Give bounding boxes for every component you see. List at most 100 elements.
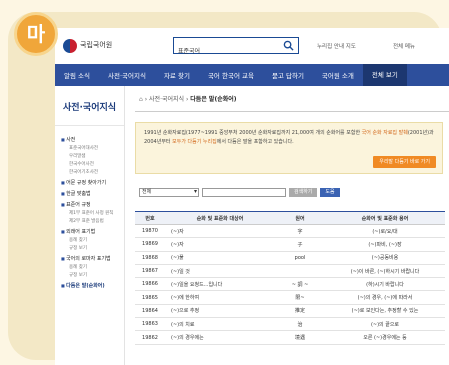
breadcrumb-current: 다듬은 말(순화어) (190, 96, 237, 103)
cell-refined: (~)의 경우, (~)에 따라서 (325, 290, 445, 305)
cell-target[interactable]: (~)으로 추정 (165, 304, 275, 319)
sidebar: 사전·국어지식 사전 표준국어대사전 우리말샘 한국수어사전 한국어기초사전 어… (55, 86, 125, 365)
cell-target[interactable]: (~)의 치료 (165, 317, 275, 332)
col-target-word: 순화 및 표준화 대상어 (165, 211, 275, 225)
table-row[interactable]: 19864 (~)으로 추정 推定 (~)로 보인다는, 추정할 수 있는 (135, 304, 445, 319)
cell-number: 19869 (135, 237, 165, 252)
cell-origin: 治 (275, 317, 325, 332)
cell-number: 19865 (135, 290, 165, 305)
table-row[interactable]: 19863 (~)의 치료 治 (~)의 끝으로 (135, 317, 445, 332)
notice-highlight: 모두가 다듬기 누리집 (172, 138, 217, 145)
cell-refined: (하)시기 바랍니다 (325, 277, 445, 292)
col-origin: 원어 (275, 211, 325, 225)
util-link-all-menu[interactable]: 전체 메뉴 (393, 42, 415, 50)
cell-origin: 限~ (275, 290, 325, 305)
sidebar-sub-item[interactable]: 한국수어사전 (61, 161, 124, 167)
site-logo-text[interactable]: 국립국어원 (80, 40, 112, 50)
cell-target[interactable]: (~)의 경우에는 (165, 330, 275, 345)
cell-number: 19867 (135, 264, 165, 279)
cell-origin: pool (275, 251, 325, 265)
sidebar-title: 사전·국어지식 (55, 86, 124, 126)
nav-item-dictionary[interactable]: 사전·국어지식 (99, 70, 155, 80)
cell-target[interactable]: (~)풀 (165, 251, 275, 265)
cell-target[interactable]: (~)자 (165, 224, 275, 239)
sidebar-sub-item[interactable]: 제2부 표준 발음법 (61, 218, 124, 224)
cell-origin: 子 (275, 237, 325, 252)
keyword-input[interactable] (202, 188, 286, 197)
cell-refined: 오른 (~)경우에는 등 (325, 330, 445, 345)
taegeuk-logo-icon (63, 39, 77, 53)
table-row[interactable]: 19868 (~)풀 pool (~)공동비용 (135, 251, 445, 265)
main-nav: 알림 소식 사전·국어지식 자료 찾기 국어 한국어 교육 묻고 답하기 국어원… (55, 64, 449, 86)
col-refined-word: 순화어 및 표준화 용어 (325, 211, 445, 225)
search-input[interactable] (174, 43, 274, 58)
search-box[interactable] (173, 37, 299, 58)
table-row[interactable]: 19866 (~)일을 요청드...입니다 ~ 調 ~ (하)시기 바랍니다 (135, 277, 445, 292)
notice-box: 1991년 순화자료집(1977~1991 중앙부처 2000년 순화자료집까지… (135, 122, 443, 174)
site-header: 국립국어원 누리집 안내 지도 전체 메뉴 (55, 28, 449, 64)
nav-item-materials[interactable]: 자료 찾기 (155, 70, 199, 80)
nav-item-about[interactable]: 국어원 소개 (313, 70, 363, 80)
table-row[interactable]: 19867 (~)일 것 (~)이 바른, (~)하시기 바랍니다 (135, 264, 445, 279)
sidebar-sub-item[interactable]: 표준국어대사전 (61, 145, 124, 151)
util-link-sitemap[interactable]: 누리집 안내 지도 (317, 42, 356, 50)
sidebar-group-dictionary[interactable]: 사전 (61, 136, 124, 143)
notice-text: 에서 다듬은 말을 포함하고 있습니다. (216, 138, 294, 145)
sidebar-sub-item[interactable]: 규정 보기 (61, 272, 124, 278)
cell-number: 19868 (135, 251, 165, 265)
search-icon[interactable] (283, 40, 294, 51)
cell-target[interactable]: (~)일을 요청드...입니다 (165, 277, 275, 292)
sidebar-group-loanword[interactable]: 외래어 표기법 (61, 228, 124, 235)
cell-origin: 推定 (275, 304, 325, 319)
sidebar-sub-item[interactable]: 제1부 표준어 사정 원칙 (61, 210, 124, 216)
cell-origin: 字 (275, 224, 325, 239)
sidebar-sub-item[interactable]: 한국어기초사전 (61, 169, 124, 175)
nav-item-news[interactable]: 알림 소식 (55, 70, 99, 80)
filter-bar: 전체 검색하기 도움 (135, 188, 449, 197)
refine-shortcut-button[interactable]: 우리말 다듬기 바로 가기 (373, 155, 436, 168)
home-icon[interactable]: ⌂ (139, 96, 143, 103)
cell-target[interactable]: (~)일 것 (165, 264, 275, 279)
notice-highlight: 국어 순화 자료집 발췌 (361, 130, 408, 136)
nav-item-education[interactable]: 국어 한국어 교육 (199, 70, 263, 80)
nav-item-all[interactable]: 전체 보기 (362, 64, 407, 86)
cell-refined: (~)공동비용 (325, 251, 445, 265)
help-button[interactable]: 도움 (320, 188, 340, 197)
breadcrumb: ⌂ › 사전·국어지식 › 다듬은 말(순화어) (139, 96, 237, 103)
refined-words-table: 번호 순화 및 표준화 대상어 원어 순화어 및 표준화 용어 19870 (~)… (135, 211, 445, 345)
sidebar-group-rules[interactable]: 어문 규정 찾아가기 (61, 179, 124, 186)
cell-target[interactable]: (~)에 한하여 (165, 290, 275, 305)
cell-number: 19863 (135, 317, 165, 332)
nav-item-qna[interactable]: 묻고 답하기 (263, 70, 313, 80)
table-row[interactable]: 19869 (~)자 子 (~)파비, (~)장 (135, 237, 445, 252)
cell-refined: (~)로/요/대 (325, 224, 445, 239)
search-button[interactable]: 검색하기 (289, 188, 318, 197)
sidebar-sub-item[interactable]: 우리말샘 (61, 153, 124, 159)
sidebar-group-spelling[interactable]: 한글 맞춤법 (61, 190, 124, 197)
sidebar-list: 사전 표준국어대사전 우리말샘 한국수어사전 한국어기초사전 어문 규정 찾아가… (55, 126, 124, 289)
table-row[interactable]: 19865 (~)에 한하여 限~ (~)의 경우, (~)에 따라서 (135, 290, 445, 305)
sidebar-group-refined-words[interactable]: 다듬은 말(순화어) (61, 282, 124, 289)
sidebar-group-romanization[interactable]: 국어의 로마자 표기법 (61, 255, 124, 262)
notice-text: 1991년 순화자료집(1977~1991 중앙부처 2000년 순화자료집까지… (144, 130, 361, 136)
cell-origin: 境遇 (275, 330, 325, 345)
table-row[interactable]: 19870 (~)자 字 (~)로/요/대 (135, 224, 445, 239)
cell-target[interactable]: (~)자 (165, 237, 275, 252)
letter-badge: 마 (14, 12, 58, 56)
cell-number: 19866 (135, 277, 165, 292)
cell-origin (275, 264, 325, 279)
breadcrumb-parent[interactable]: 사전·국어지식 (149, 96, 184, 103)
category-select[interactable]: 전체 (139, 188, 199, 197)
cell-refined: (~)의 끝으로 (325, 317, 445, 332)
table-row[interactable]: 19862 (~)의 경우에는 境遇 오른 (~)경우에는 등 (135, 330, 445, 345)
cell-number: 19864 (135, 304, 165, 319)
sidebar-sub-item[interactable]: 규정 보기 (61, 245, 124, 251)
col-number: 번호 (135, 211, 165, 225)
sidebar-sub-item[interactable]: 용례 찾기 (61, 237, 124, 243)
cell-refined: (~)로 보인다는, 추정할 수 있는 (325, 304, 445, 319)
sidebar-group-standard[interactable]: 표준어 규정 (61, 201, 124, 208)
cell-origin: ~ 調 ~ (275, 277, 325, 292)
main-content: ⌂ › 사전·국어지식 › 다듬은 말(순화어) 1991년 순화자료집(197… (135, 86, 449, 365)
browser-screen: 국립국어원 누리집 안내 지도 전체 메뉴 알림 소식 사전·국어지식 자료 찾… (55, 28, 449, 365)
sidebar-sub-item[interactable]: 용례 찾기 (61, 264, 124, 270)
